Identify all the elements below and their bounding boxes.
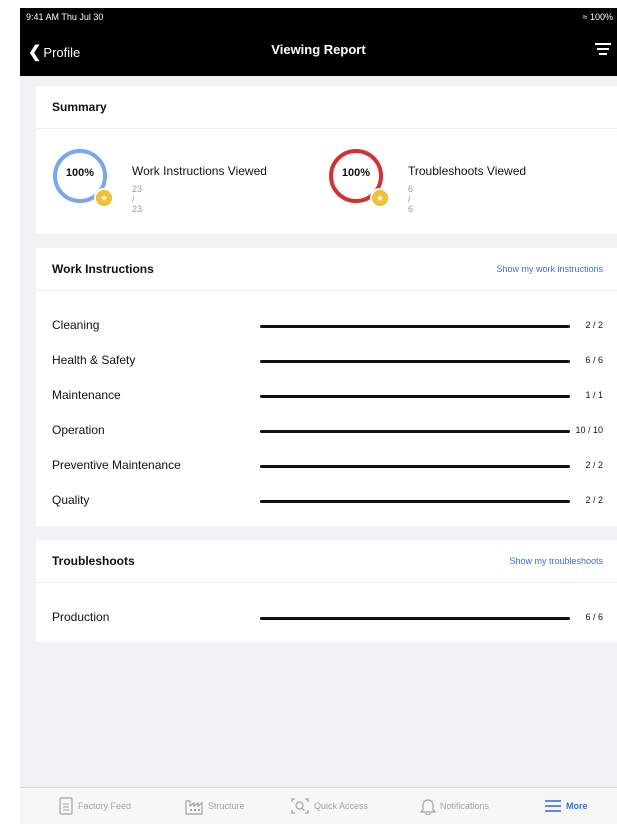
category-count: 6 / 6 (585, 612, 603, 622)
summary-item-count: 23 / 23 (132, 184, 143, 214)
factory-icon (185, 800, 203, 815)
category-count: 6 / 6 (585, 355, 603, 365)
category-label: Quality (52, 493, 90, 507)
navigation-bar: ❮ Profile Viewing Report (20, 26, 617, 76)
tab-more[interactable]: More (544, 788, 588, 824)
status-bar: 9:41 AM Thu Jul 30 ≈ 100% (20, 8, 617, 26)
category-row[interactable]: Preventive Maintenance 2 / 2 (36, 452, 617, 480)
filter-icon[interactable] (595, 40, 611, 56)
tab-structure[interactable]: Structure (184, 788, 245, 824)
progress-bar (260, 325, 570, 328)
progress-bar (260, 430, 570, 433)
tab-label: Quick Access (314, 801, 369, 811)
document-icon (59, 797, 73, 815)
tab-factory-feed[interactable]: Factory Feed (58, 788, 131, 824)
award-badge-icon: ★ (94, 188, 114, 208)
troubleshoots-title: Troubleshoots (52, 554, 135, 568)
status-right: ≈ 100% (583, 12, 614, 22)
progress-bar (260, 395, 570, 398)
category-count: 10 / 10 (575, 425, 603, 435)
progress-bar (260, 360, 570, 363)
progress-bar-fill (260, 360, 570, 363)
progress-bar-fill (260, 325, 570, 328)
tab-label: Factory Feed (78, 801, 132, 811)
progress-percent: 100% (341, 167, 371, 179)
progress-bar (260, 617, 570, 620)
category-row[interactable]: Quality 2 / 2 (36, 487, 617, 515)
category-row[interactable]: Production 6 / 6 (36, 604, 617, 632)
category-count: 2 / 2 (585, 495, 603, 505)
progress-bar-fill (260, 617, 570, 620)
category-label: Health & Safety (52, 353, 136, 367)
scan-search-icon (291, 798, 309, 814)
progress-bar-fill (260, 500, 570, 503)
category-label: Maintenance (52, 388, 121, 402)
bell-icon (420, 799, 436, 815)
show-troubleshoots-link[interactable]: Show my troubleshoots (509, 556, 603, 566)
progress-percent: 100% (65, 167, 95, 179)
summary-item-title: Work Instructions Viewed (132, 164, 267, 178)
troubleshoots-header: Troubleshoots Show my troubleshoots (36, 540, 617, 583)
category-row[interactable]: Maintenance 1 / 1 (36, 382, 617, 410)
work-instructions-header: Work Instructions Show my work instructi… (36, 248, 617, 291)
troubleshoots-card: Troubleshoots Show my troubleshoots Prod… (36, 540, 617, 642)
category-label: Preventive Maintenance (52, 458, 181, 472)
category-row[interactable]: Operation 10 / 10 (36, 417, 617, 445)
category-count: 2 / 2 (585, 320, 603, 330)
menu-icon (545, 800, 561, 812)
tab-notifications[interactable]: Notifications (420, 788, 489, 824)
progress-bar (260, 500, 570, 503)
summary-title: Summary (52, 100, 107, 114)
page-title: Viewing Report (271, 42, 366, 57)
tab-label: Structure (208, 801, 245, 811)
category-count: 1 / 1 (585, 390, 603, 400)
progress-bar (260, 465, 570, 468)
work-instructions-card: Work Instructions Show my work instructi… (36, 248, 617, 526)
award-badge-icon: ★ (370, 188, 390, 208)
show-work-instructions-link[interactable]: Show my work instructions (496, 264, 603, 274)
progress-bar-fill (260, 395, 570, 398)
device-screen: 9:41 AM Thu Jul 30 ≈ 100% ❮ Profile Viewi… (20, 8, 617, 824)
battery-percent: 100% (589, 12, 613, 22)
summary-header: Summary (36, 86, 617, 129)
category-row[interactable]: Health & Safety 6 / 6 (36, 347, 617, 375)
work-instructions-title: Work Instructions (52, 262, 154, 276)
progress-bar-fill (260, 430, 570, 433)
tab-label: More (566, 801, 588, 811)
summary-item-count: 6 / 6 (408, 184, 414, 214)
category-label: Operation (52, 423, 105, 437)
progress-bar-fill (260, 465, 570, 468)
status-time: 9:41 AM Thu Jul 30 (26, 12, 104, 22)
tab-bar: Factory Feed Structure Quick Access Noti… (20, 787, 617, 824)
summary-item-title: Troubleshoots Viewed (408, 164, 527, 178)
category-label: Cleaning (52, 318, 100, 332)
category-count: 2 / 2 (585, 460, 603, 470)
wifi-icon: ≈ (582, 12, 588, 22)
category-row[interactable]: Cleaning 2 / 2 (36, 312, 617, 340)
category-label: Production (52, 610, 110, 624)
tab-label: Notifications (440, 801, 490, 811)
tab-quick-access[interactable]: Quick Access (290, 788, 368, 824)
summary-card: Summary 100% ★ Work Instructions Viewed … (36, 86, 617, 234)
